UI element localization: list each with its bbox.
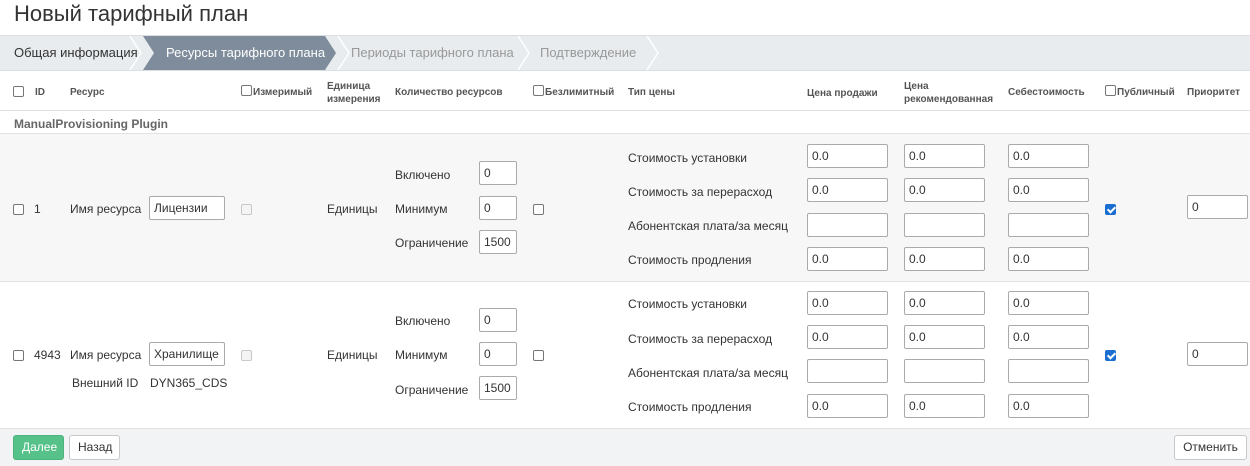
resource-name-input[interactable]: Лицензии — [149, 196, 225, 220]
recommended-price-input[interactable] — [904, 359, 985, 383]
header-cost: Себестоимость — [1008, 87, 1085, 98]
price-type-label: Абонентская плата/за месяц — [628, 219, 788, 233]
included-input[interactable]: 0 — [479, 161, 517, 185]
back-button[interactable]: Назад — [69, 435, 120, 460]
minimum-input[interactable]: 0 — [479, 342, 517, 366]
cost-input[interactable]: 0.0 — [1008, 178, 1089, 202]
sale-price-input[interactable]: 0.0 — [807, 394, 888, 418]
chevron-right-icon — [516, 36, 530, 70]
resource-name-label: Имя ресурса — [70, 348, 142, 362]
limit-input[interactable]: 1500 — [479, 376, 517, 400]
minimum-label: Минимум — [395, 202, 448, 216]
priority-input[interactable]: 0 — [1187, 195, 1248, 219]
recommended-price-input[interactable]: 0.0 — [904, 325, 985, 349]
minimum-input[interactable]: 0 — [479, 196, 517, 220]
unit-value: Единицы — [327, 348, 378, 362]
included-label: Включено — [395, 168, 451, 182]
cost-input[interactable]: 0.0 — [1008, 247, 1089, 271]
cost-input[interactable]: 0.0 — [1008, 144, 1089, 168]
price-type-label: Стоимость за перерасход — [628, 332, 773, 346]
included-label: Включено — [395, 314, 451, 328]
limit-label: Ограничение — [395, 383, 469, 397]
page-title: Новый тарифный план — [14, 1, 249, 26]
price-type-label: Стоимость установки — [628, 151, 747, 165]
header-recommended-price: Цена рекомендованная — [904, 81, 994, 105]
limit-input[interactable]: 1500 — [479, 230, 517, 254]
sale-price-input[interactable] — [807, 213, 888, 237]
external-id-label: Внешний ID — [72, 376, 139, 390]
next-button[interactable]: Далее — [13, 435, 64, 460]
header-resource: Ресурс — [70, 87, 105, 98]
minimum-label: Минимум — [395, 348, 448, 362]
cost-input[interactable]: 0.0 — [1008, 291, 1089, 315]
row-select-checkbox[interactable] — [13, 204, 24, 215]
chevron-right-icon — [128, 36, 142, 70]
header-priority: Приоритет — [1187, 87, 1241, 98]
measurable-checkbox — [241, 204, 252, 215]
unit-value: Единицы — [327, 202, 378, 216]
wizard-step-general-info[interactable]: Общая информация — [14, 36, 138, 70]
price-type-label: Стоимость продления — [628, 400, 752, 414]
price-type-label: Стоимость за перерасход — [628, 185, 773, 199]
priority-input[interactable]: 0 — [1187, 342, 1248, 366]
price-type-label: Стоимость установки — [628, 297, 747, 311]
resource-name-input[interactable]: Хранилище — [149, 342, 225, 366]
price-type-label: Стоимость продления — [628, 253, 752, 267]
wizard-step-confirmation[interactable]: Подтверждение — [540, 36, 636, 70]
recommended-price-input[interactable]: 0.0 — [904, 144, 985, 168]
wizard-step-resources[interactable]: Ресурсы тарифного плана — [143, 36, 336, 70]
cost-input[interactable] — [1008, 359, 1089, 383]
recommended-price-input[interactable]: 0.0 — [904, 291, 985, 315]
sale-price-input[interactable]: 0.0 — [807, 144, 888, 168]
header-price-type: Тип цены — [628, 87, 675, 98]
recommended-price-input[interactable]: 0.0 — [904, 394, 985, 418]
sale-price-input[interactable] — [807, 359, 888, 383]
included-input[interactable]: 0 — [479, 308, 517, 332]
group-title: ManualProvisioning Plugin — [14, 117, 169, 131]
external-id-value: DYN365_CDS — [150, 376, 228, 390]
resource-name-label: Имя ресурса — [70, 202, 142, 216]
header-unit: Единица измерения — [327, 81, 381, 105]
row-id: 1 — [34, 202, 41, 216]
sale-price-input[interactable]: 0.0 — [807, 291, 888, 315]
chevron-right-icon — [336, 36, 350, 70]
public-checkbox[interactable] — [1105, 204, 1116, 215]
wizard-steps: Общая информация Ресурсы тарифного плана… — [0, 35, 1250, 71]
measurable-checkbox — [241, 350, 252, 361]
recommended-price-input[interactable] — [904, 213, 985, 237]
sale-price-input[interactable]: 0.0 — [807, 178, 888, 202]
public-all-checkbox[interactable] — [1105, 85, 1116, 96]
row-id: 4943 — [34, 348, 61, 362]
public-checkbox[interactable] — [1105, 350, 1116, 361]
cost-input[interactable]: 0.0 — [1008, 394, 1089, 418]
header-public: Публичный — [1117, 87, 1175, 98]
unlimited-checkbox[interactable] — [533, 350, 544, 361]
divider — [0, 110, 1250, 111]
wizard-step-periods[interactable]: Периоды тарифного плана — [351, 36, 514, 70]
footer-toolbar: Далее Назад Отменить — [0, 428, 1250, 466]
limit-label: Ограничение — [395, 236, 469, 250]
select-all-checkbox[interactable] — [13, 86, 24, 97]
cost-input[interactable] — [1008, 213, 1089, 237]
recommended-price-input[interactable]: 0.0 — [904, 247, 985, 271]
unlimited-all-checkbox[interactable] — [533, 85, 544, 96]
price-type-label: Абонентская плата/за месяц — [628, 366, 788, 380]
unlimited-checkbox[interactable] — [533, 204, 544, 215]
header-unlimited: Безлимитный — [545, 87, 615, 98]
header-id: ID — [35, 87, 45, 98]
sale-price-input[interactable]: 0.0 — [807, 325, 888, 349]
cost-input[interactable]: 0.0 — [1008, 325, 1089, 349]
cancel-button[interactable]: Отменить — [1174, 435, 1247, 460]
header-sale-price: Цена продажи — [807, 88, 878, 99]
header-quantity: Количество ресурсов — [395, 87, 503, 98]
sale-price-input[interactable]: 0.0 — [807, 247, 888, 271]
row-select-checkbox[interactable] — [13, 350, 24, 361]
header-measurable: Измеримый — [253, 87, 313, 98]
recommended-price-input[interactable]: 0.0 — [904, 178, 985, 202]
chevron-right-icon — [645, 36, 659, 70]
measurable-all-checkbox[interactable] — [241, 85, 252, 96]
